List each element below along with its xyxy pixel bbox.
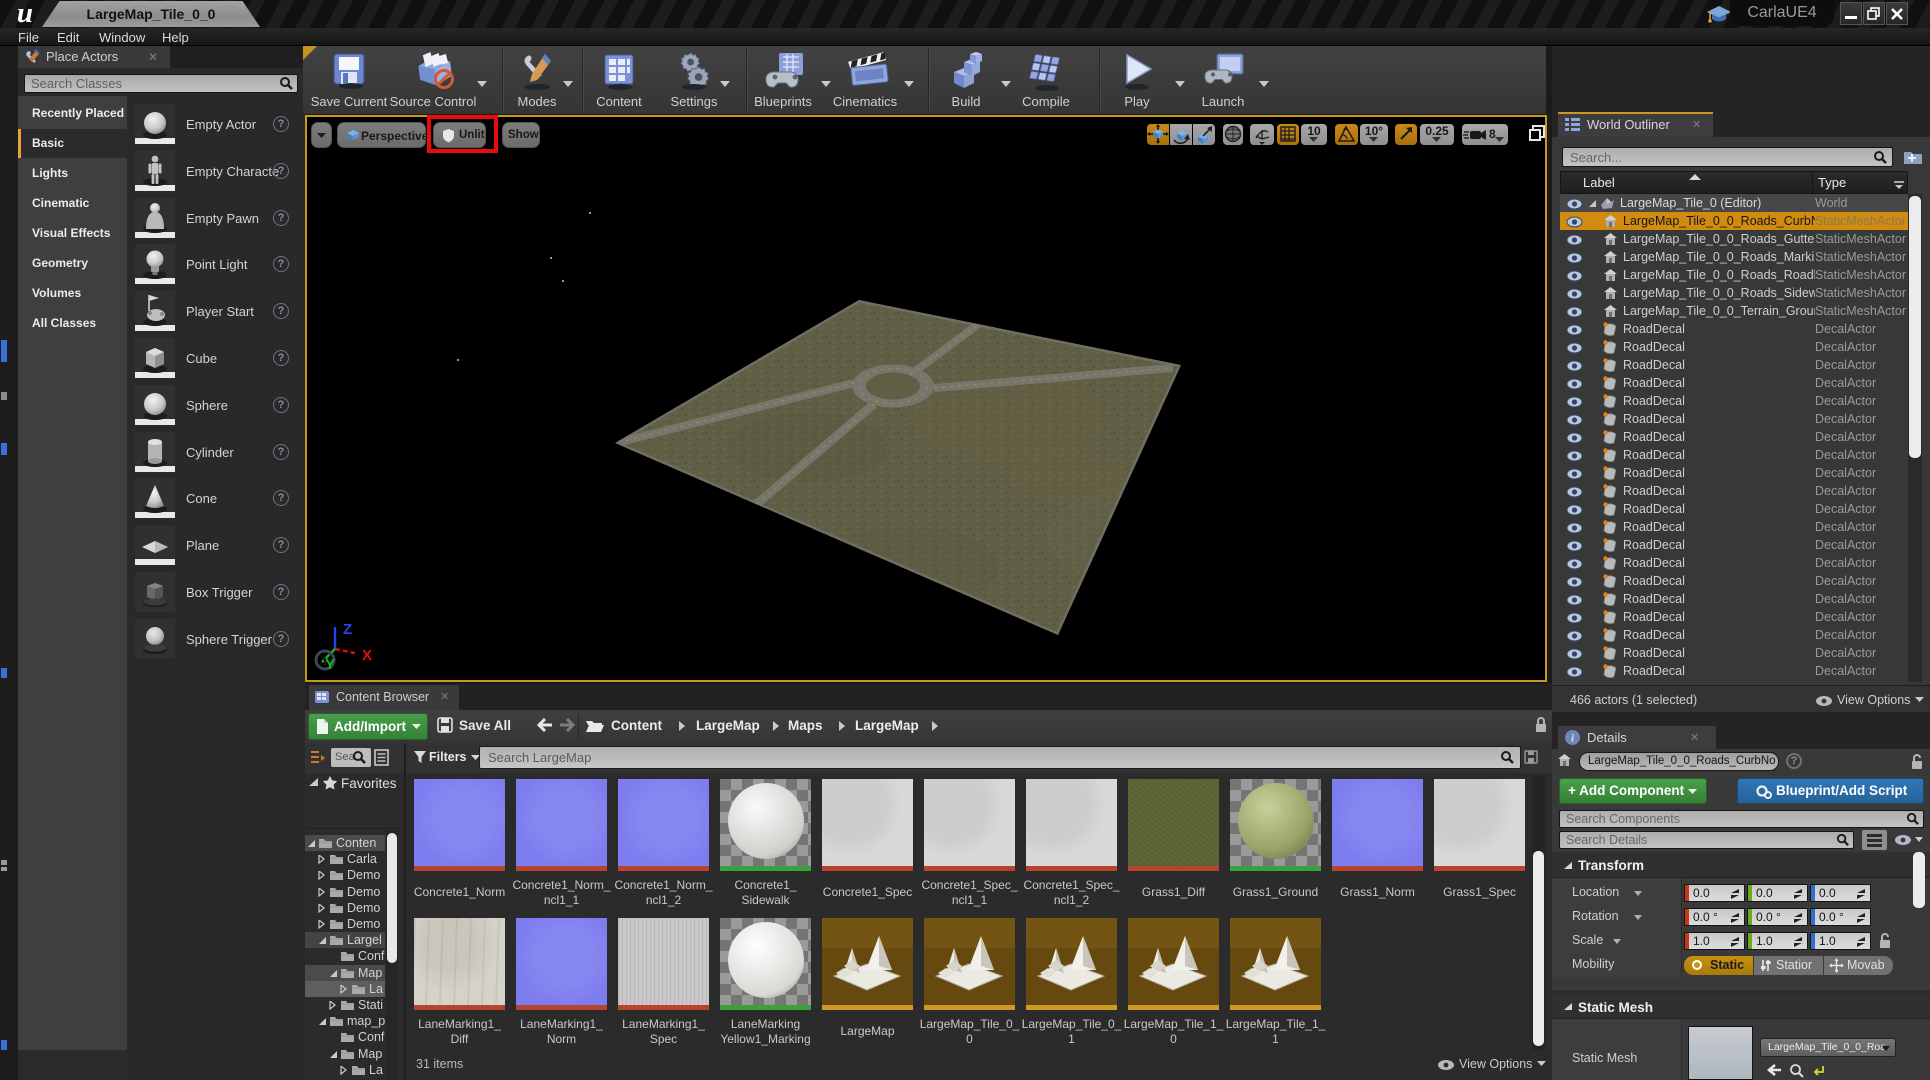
svg-text:Z: Z bbox=[343, 621, 352, 638]
svg-text:Y: Y bbox=[325, 656, 335, 673]
svg-text:X: X bbox=[362, 647, 372, 664]
